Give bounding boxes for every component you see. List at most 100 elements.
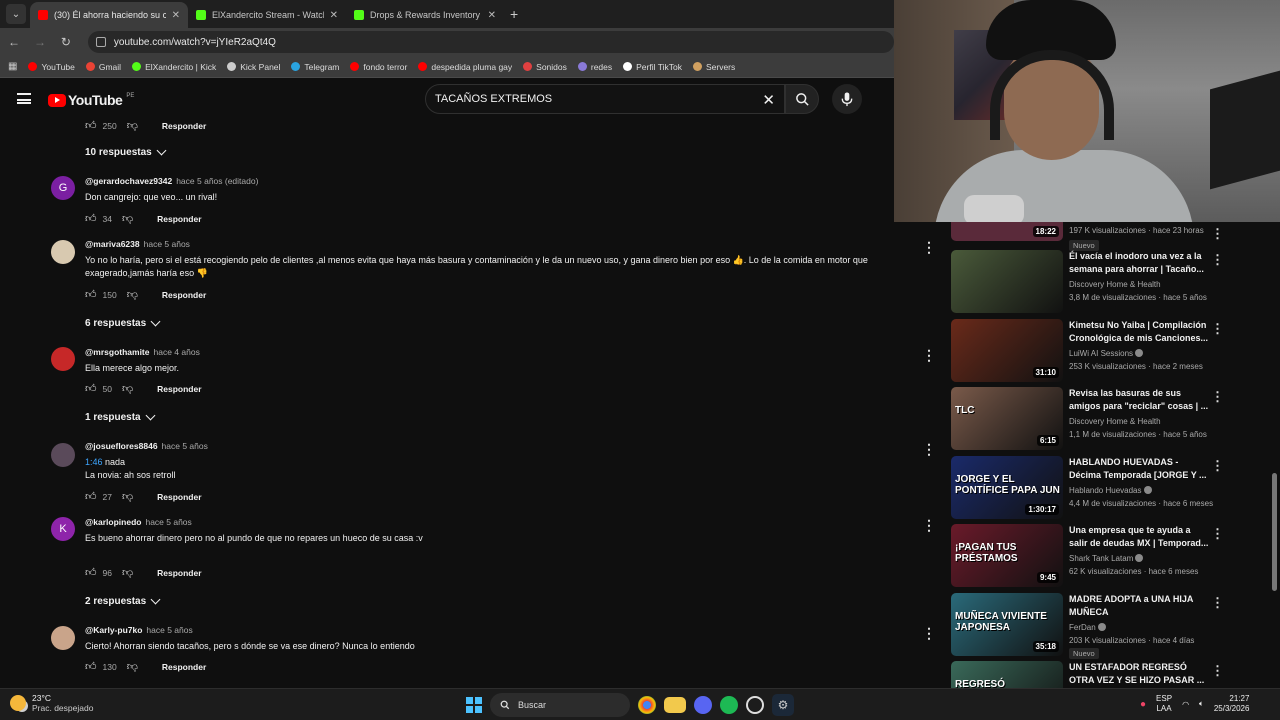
more-options-icon[interactable]: ⋮ [922, 347, 936, 364]
comment-time[interactable]: hace 5 años [145, 517, 191, 527]
steam-icon[interactable]: ⚙ [772, 694, 794, 716]
more-options-icon[interactable]: ⋮ [922, 441, 936, 458]
video-item[interactable]: 31:10 Kimetsu No Yaiba | Compilación Cron… [951, 318, 1251, 385]
browser-tab[interactable]: (30) Él ahorra haciendo su comi ✕ [30, 2, 188, 28]
close-tab-icon[interactable]: ✕ [172, 10, 180, 21]
youtube-logo[interactable]: YouTube PE [48, 92, 134, 108]
like-icon[interactable]: 👍︎ [85, 566, 97, 579]
reload-icon[interactable]: ↻ [58, 35, 74, 49]
replies-toggle[interactable]: 6 respuestas [85, 316, 161, 329]
file-explorer-icon[interactable] [664, 697, 686, 713]
more-options-icon[interactable]: ⋮ [922, 517, 936, 534]
more-options-icon[interactable]: ⋮ [1211, 458, 1224, 474]
new-tab-button[interactable]: + [510, 6, 518, 22]
obs-icon[interactable] [746, 696, 764, 714]
avatar[interactable] [51, 626, 75, 650]
replies-toggle[interactable]: 2 respuestas [85, 594, 161, 607]
back-icon[interactable]: ← [6, 35, 22, 49]
bookmark-item[interactable]: ElXandercito | Kick [132, 62, 216, 72]
dislike-icon[interactable]: 👎︎ [127, 288, 138, 301]
voice-search-button[interactable] [832, 84, 862, 114]
bookmark-item[interactable]: Telegram [291, 62, 339, 72]
browser-tab[interactable]: ElXandercito Stream - Watch Li ✕ [188, 2, 346, 28]
video-thumbnail[interactable]: REGRESÓ [951, 661, 1063, 688]
video-item[interactable]: MUÑECA VIVIENTE JAPONESA 35:18 MADRE ADOPT… [951, 592, 1251, 659]
discord-icon[interactable] [694, 696, 712, 714]
more-options-icon[interactable]: ⋮ [1211, 595, 1224, 611]
bookmark-item[interactable]: Sonidos [523, 62, 567, 72]
reply-button[interactable]: Responder [162, 121, 206, 131]
close-tab-icon[interactable]: ✕ [330, 10, 338, 21]
replies-toggle[interactable]: 1 respuesta [85, 410, 156, 423]
video-item[interactable]: 18:22 197 K visualizaciones · hace 23 ho… [951, 222, 1251, 251]
video-item[interactable]: TLC 6:15 Revisa las basuras de sus amigos … [951, 387, 1251, 453]
spotify-icon[interactable] [720, 696, 738, 714]
video-thumbnail[interactable]: ¡PAGAN TUS PRÉSTAMOS 9:45 [951, 524, 1063, 587]
reply-button[interactable]: Responder [162, 290, 206, 300]
comment-time[interactable]: hace 5 años [162, 441, 208, 451]
reply-button[interactable]: Responder [157, 384, 201, 394]
channel-name[interactable]: LuiWi AI Sessions [1069, 348, 1144, 358]
taskbar-search[interactable]: Buscar [490, 693, 630, 717]
comment-time[interactable]: hace 4 años [154, 347, 200, 357]
bookmark-item[interactable]: despedida pluma gay [418, 62, 512, 72]
more-options-icon[interactable]: ⋮ [1211, 252, 1224, 268]
video-item[interactable]: JORGE Y EL PONTÍFICE PAPA JUN 1:30:17 HABL… [951, 455, 1251, 522]
browser-tab[interactable]: Drops & Rewards Inventory - K ✕ [346, 2, 504, 28]
reply-button[interactable]: Responder [157, 568, 201, 578]
more-options-icon[interactable]: ⋮ [922, 625, 936, 642]
video-thumbnail[interactable]: 18:22 [951, 222, 1063, 241]
search-input[interactable]: TACAÑOS EXTREMOS ✕ [425, 84, 785, 114]
comment-author[interactable]: @Karly-pu7ko [85, 625, 142, 635]
search-button[interactable] [785, 84, 819, 114]
more-options-icon[interactable]: ⋮ [1211, 321, 1224, 337]
channel-name[interactable]: Discovery Home & Health [1069, 417, 1161, 426]
avatar[interactable]: K [51, 517, 75, 541]
bookmark-item[interactable]: redes [577, 62, 612, 72]
video-title[interactable]: Una empresa que te ayuda a salir de deud… [1069, 524, 1209, 550]
comment-timestamp-link[interactable]: 1:46 [85, 457, 103, 467]
like-icon[interactable]: 👍︎ [85, 660, 97, 673]
more-options-icon[interactable]: ⋮ [1211, 226, 1224, 242]
comment-author[interactable]: @gerardochavez9342 [85, 176, 172, 186]
comment-time[interactable]: hace 5 años [144, 239, 190, 249]
dislike-icon[interactable]: 👎︎ [122, 566, 133, 579]
video-item[interactable]: REGRESÓ UN ESTAFADOR REGRESÓ OTRA VEZ Y S… [951, 661, 1251, 688]
bookmark-item[interactable]: Gmail [85, 62, 121, 72]
clear-search-icon[interactable]: ✕ [762, 91, 775, 109]
reply-button[interactable]: Responder [162, 662, 206, 672]
video-item[interactable]: ¡PAGAN TUS PRÉSTAMOS 9:45 Una empresa que … [951, 524, 1251, 590]
scrollbar-thumb[interactable] [1272, 473, 1277, 591]
video-thumbnail[interactable] [951, 250, 1063, 313]
reply-button[interactable]: Responder [157, 492, 201, 502]
comment-author[interactable]: @mariva6238 [85, 239, 140, 249]
like-icon[interactable]: 👍︎ [85, 288, 97, 301]
video-title[interactable]: Él vacía el inodoro una vez a la semana … [1069, 250, 1209, 276]
clock[interactable]: 21:27 25/3/2026 [1214, 694, 1250, 714]
language-indicator[interactable]: ESP LAA [1156, 694, 1172, 714]
apps-grid-icon[interactable]: ▦ [8, 61, 17, 72]
video-thumbnail[interactable]: TLC 6:15 [951, 387, 1063, 450]
menu-icon[interactable] [17, 93, 31, 104]
like-icon[interactable]: 👍︎ [85, 382, 97, 395]
windows-start-icon[interactable] [466, 697, 482, 713]
dislike-icon[interactable]: 👎︎ [122, 212, 133, 225]
video-thumbnail[interactable]: JORGE Y EL PONTÍFICE PAPA JUN 1:30:17 [951, 455, 1063, 519]
dislike-icon[interactable]: 👎︎ [122, 382, 133, 395]
reply-button[interactable]: Responder [157, 214, 201, 224]
avatar[interactable] [51, 443, 75, 467]
comment-author[interactable]: @josueflores8846 [85, 441, 158, 451]
comment-author[interactable]: @karlopinedo [85, 517, 141, 527]
video-title[interactable]: Kimetsu No Yaiba | Compilación Cronológi… [1069, 319, 1209, 345]
like-icon[interactable]: 👍︎ [85, 212, 97, 225]
channel-name[interactable]: Discovery Home & Health [1069, 280, 1161, 289]
forward-icon[interactable]: → [32, 35, 48, 49]
bookmark-item[interactable]: YouTube [28, 62, 75, 72]
avatar[interactable] [51, 347, 75, 371]
channel-name[interactable]: Shark Tank Latam [1069, 554, 1144, 563]
video-thumbnail[interactable]: MUÑECA VIVIENTE JAPONESA 35:18 [951, 592, 1063, 656]
more-options-icon[interactable]: ⋮ [922, 239, 936, 256]
bookmark-item[interactable]: Servers [692, 62, 735, 72]
video-title[interactable]: MADRE ADOPTA a UNA HIJA MUÑECA [1069, 593, 1209, 619]
video-item[interactable]: Él vacía el inodoro una vez a la semana … [951, 250, 1251, 316]
